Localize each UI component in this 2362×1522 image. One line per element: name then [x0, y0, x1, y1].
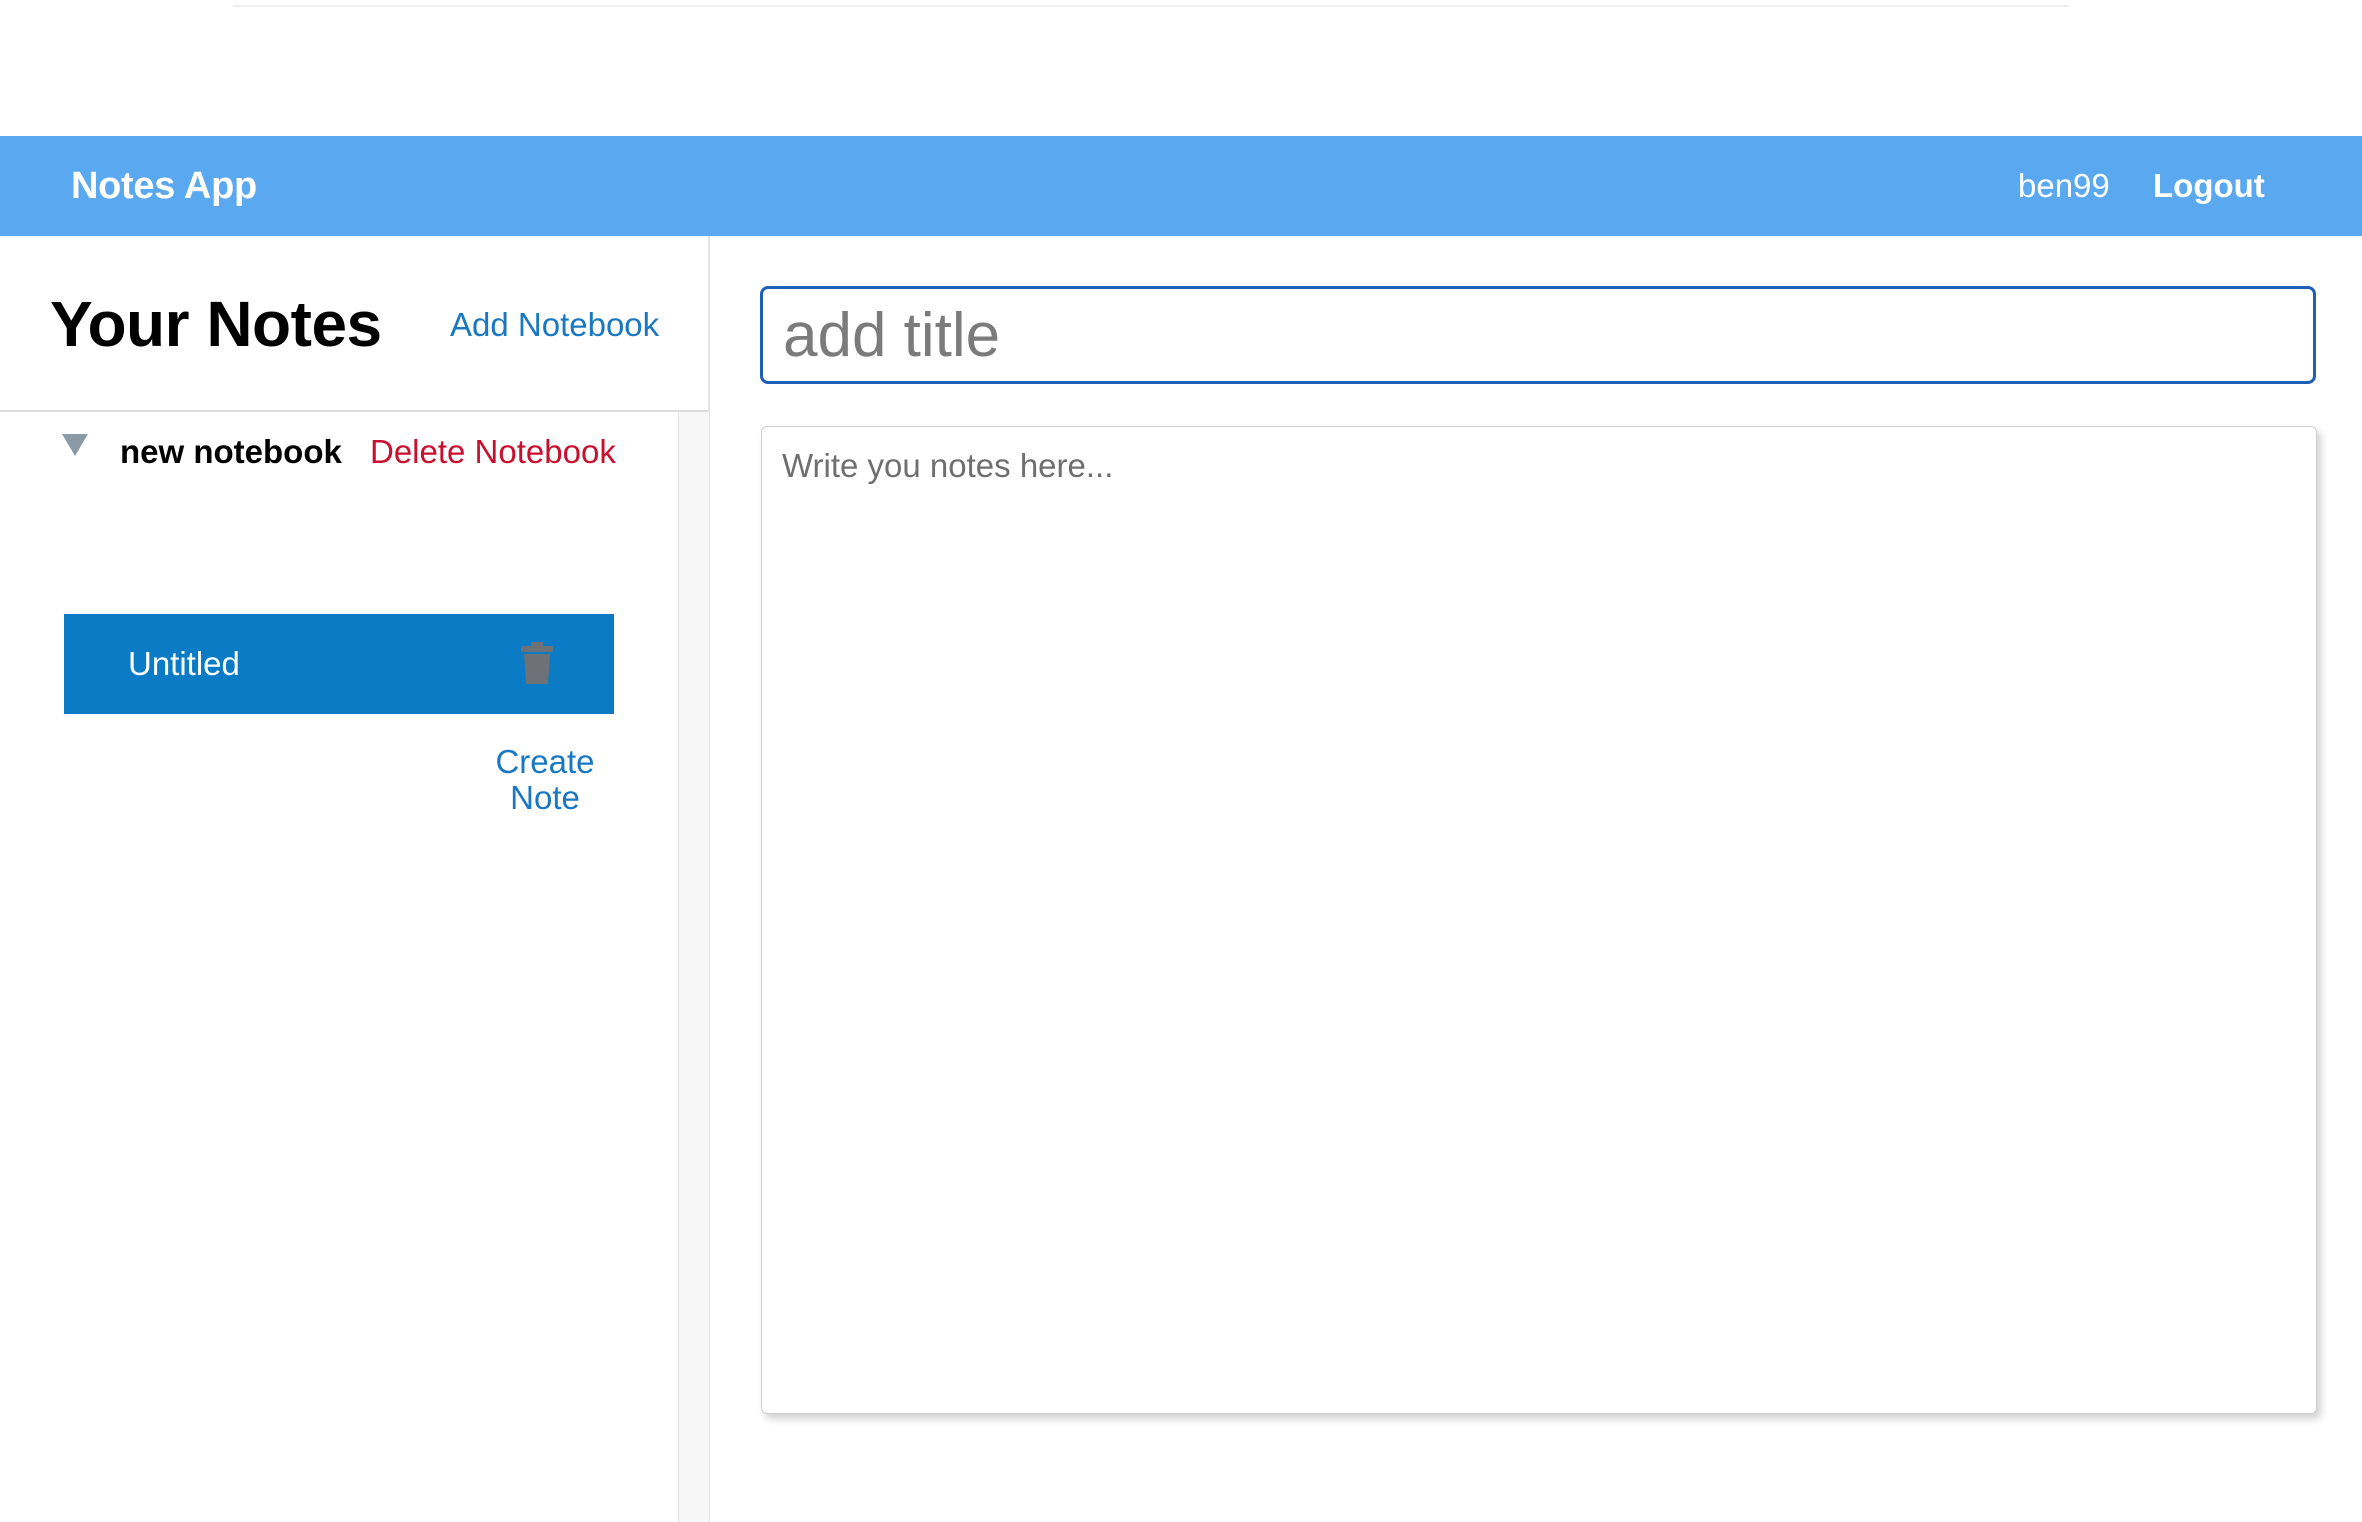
create-note-button[interactable]: Create Note: [470, 744, 620, 816]
notebook-name[interactable]: new notebook: [120, 432, 342, 472]
navbar: Notes App ben99 Logout: [0, 136, 2362, 236]
username-label: ben99: [2018, 167, 2110, 204]
sidebar-title: Your Notes: [50, 288, 382, 360]
top-divider: [233, 5, 2069, 7]
note-title-input[interactable]: [760, 286, 2316, 384]
notebook-row: new notebook Delete Notebook: [0, 412, 678, 492]
browser-top-area: [0, 0, 2362, 136]
sidebar: Your Notes Add Notebook new notebook Del…: [0, 236, 710, 1522]
trash-icon[interactable]: [519, 640, 555, 686]
note-item-title: Untitled: [128, 645, 240, 682]
sidebar-header: Your Notes Add Notebook: [0, 236, 708, 412]
add-notebook-button[interactable]: Add Notebook: [450, 304, 659, 346]
logout-link[interactable]: Logout: [2153, 136, 2265, 236]
app-window: Notes App ben99 Logout Your Notes Add No…: [0, 136, 2362, 1522]
note-item-selected[interactable]: Untitled: [64, 614, 614, 714]
sidebar-scrollbar[interactable]: [678, 412, 709, 1522]
app-brand[interactable]: Notes App: [71, 136, 257, 236]
page: Notes App ben99 Logout Your Notes Add No…: [0, 0, 2362, 1522]
delete-notebook-button[interactable]: Delete Notebook: [370, 432, 616, 472]
triangle-down-icon[interactable]: [62, 434, 88, 456]
note-body-textarea[interactable]: [761, 426, 2317, 1414]
